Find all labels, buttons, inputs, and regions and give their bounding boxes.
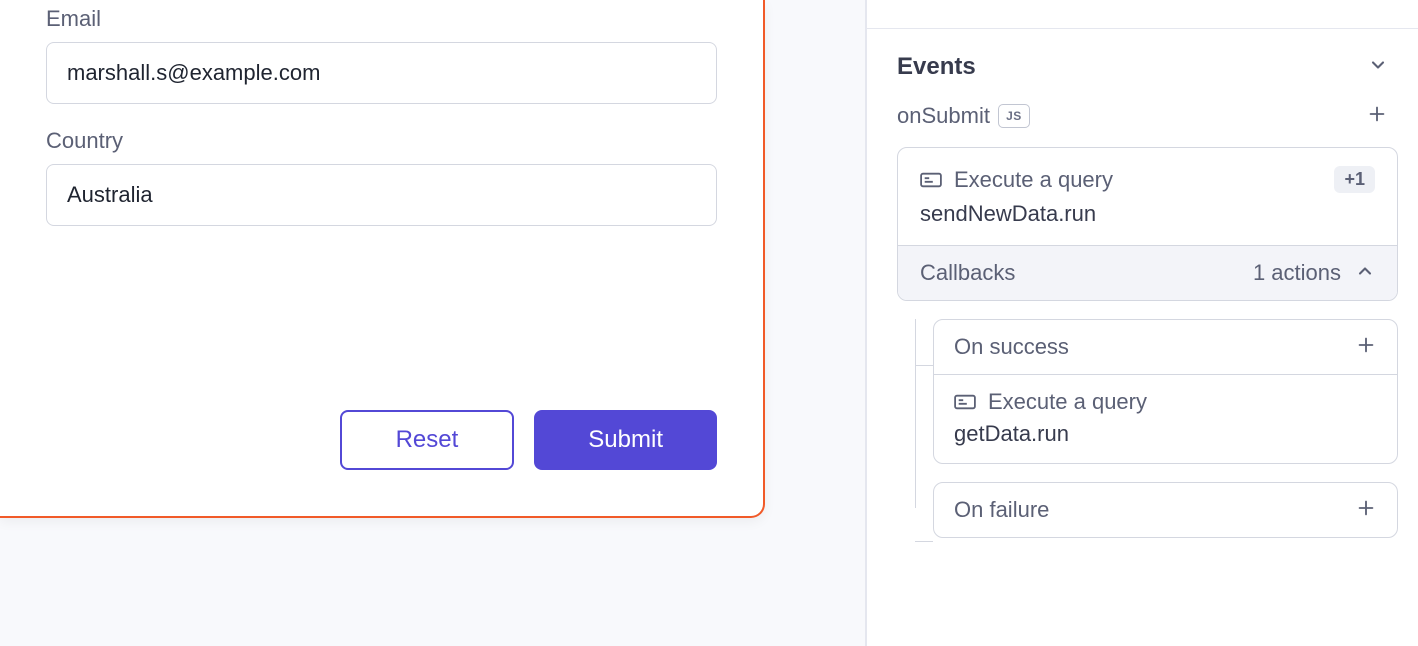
callbacks-toggle[interactable]: Callbacks 1 actions xyxy=(898,245,1397,300)
event-name: onSubmit xyxy=(897,103,990,129)
event-handler-row: onSubmit JS xyxy=(867,103,1418,129)
on-failure-title: On failure xyxy=(954,497,1049,523)
query-icon xyxy=(954,393,976,411)
form-inner: Email Country Reset Submit xyxy=(46,6,717,470)
success-action[interactable]: Execute a query getData.run xyxy=(934,374,1397,463)
email-label: Email xyxy=(46,6,717,32)
query-icon xyxy=(920,171,942,189)
success-action-label: Execute a query xyxy=(988,389,1147,415)
plus-one-badge: +1 xyxy=(1334,166,1375,193)
add-success-action-button[interactable] xyxy=(1355,334,1377,360)
country-label: Country xyxy=(46,128,717,154)
form-canvas: Email Country Reset Submit xyxy=(0,0,865,646)
callback-tree: On success Execute a query getData.run xyxy=(897,319,1398,538)
add-action-button[interactable] xyxy=(1366,103,1388,129)
success-action-fn: getData.run xyxy=(954,421,1377,447)
submit-button[interactable]: Submit xyxy=(534,410,717,470)
email-field[interactable] xyxy=(46,42,717,104)
events-panel: Events onSubmit JS Exe xyxy=(865,0,1418,646)
events-section-header[interactable]: Events xyxy=(867,53,1418,81)
add-failure-action-button[interactable] xyxy=(1355,497,1377,523)
form-group-country: Country xyxy=(46,128,717,226)
action-card[interactable]: Execute a query +1 sendNewData.run Callb… xyxy=(897,147,1398,301)
country-field[interactable] xyxy=(46,164,717,226)
events-title: Events xyxy=(897,53,976,81)
on-failure-box[interactable]: On failure xyxy=(933,482,1398,538)
action-label: Execute a query xyxy=(954,167,1113,193)
form-card: Email Country Reset Submit xyxy=(0,0,765,518)
on-success-title: On success xyxy=(954,334,1069,360)
js-badge[interactable]: JS xyxy=(998,104,1030,128)
chevron-up-icon xyxy=(1355,261,1375,286)
reset-button[interactable]: Reset xyxy=(340,410,515,470)
on-success-box[interactable]: On success Execute a query getData.run xyxy=(933,319,1398,464)
panel-divider xyxy=(867,28,1418,29)
chevron-down-icon xyxy=(1368,55,1388,80)
form-actions: Reset Submit xyxy=(46,410,717,470)
form-group-email: Email xyxy=(46,6,717,104)
action-fn: sendNewData.run xyxy=(920,201,1375,227)
callbacks-count: 1 actions xyxy=(1253,260,1341,286)
callbacks-label: Callbacks xyxy=(920,260,1015,286)
